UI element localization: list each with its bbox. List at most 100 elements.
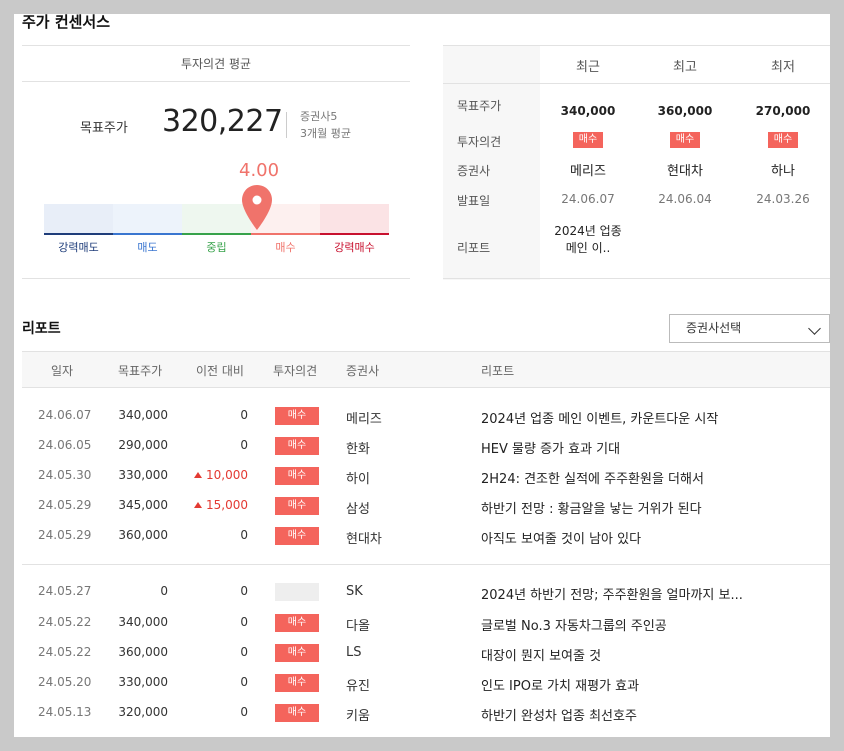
row-opinion: 매수: [275, 497, 319, 515]
summary-row-target: 목표주가: [457, 99, 502, 113]
row-diff-value: 0: [240, 438, 248, 452]
scale-segment-line: [182, 233, 251, 235]
divider: [22, 81, 410, 82]
row-broker: 유진: [346, 679, 370, 694]
broker-select-label: 증권사선택: [686, 321, 742, 335]
row-broker: 현대차: [346, 532, 382, 547]
row-diff: 0: [194, 584, 248, 598]
section-title: 주가 컨센서스: [22, 14, 111, 31]
row-opinion: 매수: [275, 644, 319, 662]
row-opinion: 매수: [275, 437, 319, 455]
row-target-price: 330,000: [118, 675, 168, 689]
divider: [443, 278, 830, 279]
row-report-link[interactable]: 2024년 하반기 전망; 주주환원을 얼마까지 보...: [481, 584, 743, 603]
row-diff: 10,000: [194, 468, 248, 482]
table-row[interactable]: 24.05.22 340,000 0 매수 다올 글로벌 No.3 자동차그룹의 주인공: [14, 608, 830, 638]
row-broker: 하이: [346, 472, 370, 487]
row-date: 24.06.05: [38, 438, 92, 452]
table-row[interactable]: 24.05.30 330,000 10,000 매수 하이 2H24: 견조한 실적에 주…: [14, 461, 830, 491]
row-report-link[interactable]: 대장이 뭔지 보여줄 것: [481, 645, 601, 664]
opinion-score: 4.00: [239, 160, 280, 181]
summary-recent-date: 24.06.07: [561, 192, 615, 206]
row-broker: 한화: [346, 442, 370, 457]
row-diff-value: 0: [240, 645, 248, 659]
row-diff-value: 0: [240, 528, 248, 542]
broker-select-dropdown[interactable]: 증권사선택: [669, 314, 830, 343]
scale-segment-line: [113, 233, 182, 235]
table-row[interactable]: 24.06.05 290,000 0 매수 한화 HEV 물량 증가 효과 기대: [14, 431, 830, 461]
row-report-link[interactable]: 하반기 전망 : 황금알을 낳는 거위가 된다: [481, 498, 702, 517]
row-broker: 메리즈: [346, 412, 382, 427]
row-date: 24.05.22: [38, 615, 92, 629]
opinion-badge: 매수: [275, 527, 319, 545]
row-diff: 15,000: [194, 498, 248, 512]
header-broker: 증권사: [346, 364, 380, 378]
row-diff-value: 10,000: [206, 468, 248, 482]
row-target-price: 360,000: [118, 528, 168, 542]
opinion-average-header: 투자의견 평균: [180, 57, 252, 71]
group-divider: [22, 564, 830, 565]
row-diff-value: 0: [240, 408, 248, 422]
row-broker: SK: [346, 584, 363, 599]
row-report-link[interactable]: 2024년 업종 메인 이벤트, 카운트다운 시작: [481, 408, 718, 427]
opinion-badge: 매수: [767, 132, 799, 148]
table-row[interactable]: 24.06.07 340,000 0 매수 메리즈 2024년 업종 메인 이벤트, 카운…: [14, 401, 830, 431]
opinion-badge: 매수: [275, 407, 319, 425]
report-link-line1[interactable]: 2024년 업종: [548, 223, 628, 240]
header-opinion: 투자의견: [273, 364, 318, 378]
summary-recent-broker: 메리즈: [570, 164, 606, 179]
row-date: 24.05.13: [38, 705, 92, 719]
table-row[interactable]: 24.05.29 345,000 15,000 매수 삼성 하반기 전망 : 황금알을 낳…: [14, 491, 830, 521]
row-report-link[interactable]: 하반기 완성차 업종 최선호주: [481, 705, 637, 724]
divider: [443, 45, 830, 46]
row-report-link[interactable]: 인도 IPO로 가치 재평가 효과: [481, 675, 639, 694]
target-price-value: 320,227: [162, 104, 283, 139]
table-row[interactable]: 24.05.22 360,000 0 매수 LS 대장이 뭔지 보여줄 것: [14, 638, 830, 668]
summary-recent-report[interactable]: 2024년 업종 메인 이..: [548, 223, 628, 257]
row-diff-value: 0: [240, 675, 248, 689]
row-report-link[interactable]: HEV 물량 증가 효과 기대: [481, 438, 620, 457]
opinion-badge-empty: [275, 583, 319, 601]
row-opinion: 매수: [275, 527, 319, 545]
table-row[interactable]: 24.05.27 0 0 SK 2024년 하반기 전망; 주주환원을 얼마까지 보..…: [14, 577, 830, 607]
row-date: 24.05.29: [38, 498, 92, 512]
divider: [22, 45, 410, 46]
summary-col-low: 최저: [771, 60, 795, 75]
scale-segment-line: [44, 233, 113, 235]
row-date: 24.05.20: [38, 675, 92, 689]
divider: [22, 278, 410, 279]
summary-recent-opinion: 매수: [548, 131, 628, 148]
row-report-link[interactable]: 아직도 보여줄 것이 남아 있다: [481, 528, 641, 547]
row-diff: 0: [194, 705, 248, 719]
scale-label: 강력매도: [58, 241, 99, 254]
row-target-price: 345,000: [118, 498, 168, 512]
summary-low-date: 24.03.26: [756, 192, 810, 206]
average-period: 3개월 평균: [300, 127, 351, 140]
header-date: 일자: [51, 364, 74, 378]
row-date: 24.05.22: [38, 645, 92, 659]
opinion-badge: 매수: [572, 132, 604, 148]
report-link-line2[interactable]: 메인 이..: [548, 240, 628, 257]
row-target-price: 0: [160, 584, 168, 598]
row-date: 24.05.29: [38, 528, 92, 542]
row-diff-value: 0: [240, 615, 248, 629]
header-target: 목표주가: [118, 364, 163, 378]
summary-low-broker: 하나: [771, 164, 795, 179]
row-report-link[interactable]: 글로벌 No.3 자동차그룹의 주인공: [481, 615, 667, 634]
summary-high-price: 360,000: [657, 104, 713, 118]
table-row[interactable]: 24.05.20 330,000 0 매수 유진 인도 IPO로 가치 재평가 효과: [14, 668, 830, 698]
row-diff-value: 0: [240, 584, 248, 598]
row-target-price: 360,000: [118, 645, 168, 659]
scale-label: 중립: [206, 241, 227, 254]
row-diff-value: 0: [240, 705, 248, 719]
chevron-down-icon: [808, 322, 821, 335]
table-row[interactable]: 24.05.29 360,000 0 매수 현대차 아직도 보여줄 것이 남아 있다: [14, 521, 830, 551]
summary-row-report: 리포트: [457, 241, 491, 255]
row-diff: 0: [194, 408, 248, 422]
row-diff-value: 15,000: [206, 498, 248, 512]
row-report-link[interactable]: 2H24: 견조한 실적에 주주환원을 더해서: [481, 468, 704, 487]
row-opinion: 매수: [275, 467, 319, 485]
report-table-header: 일자 목표주가 이전 대비 투자의견 증권사 리포트: [22, 351, 830, 388]
summary-row-date: 발표일: [457, 194, 491, 208]
table-row[interactable]: 24.05.13 320,000 0 매수 키움 하반기 완성차 업종 최선호주: [14, 698, 830, 728]
